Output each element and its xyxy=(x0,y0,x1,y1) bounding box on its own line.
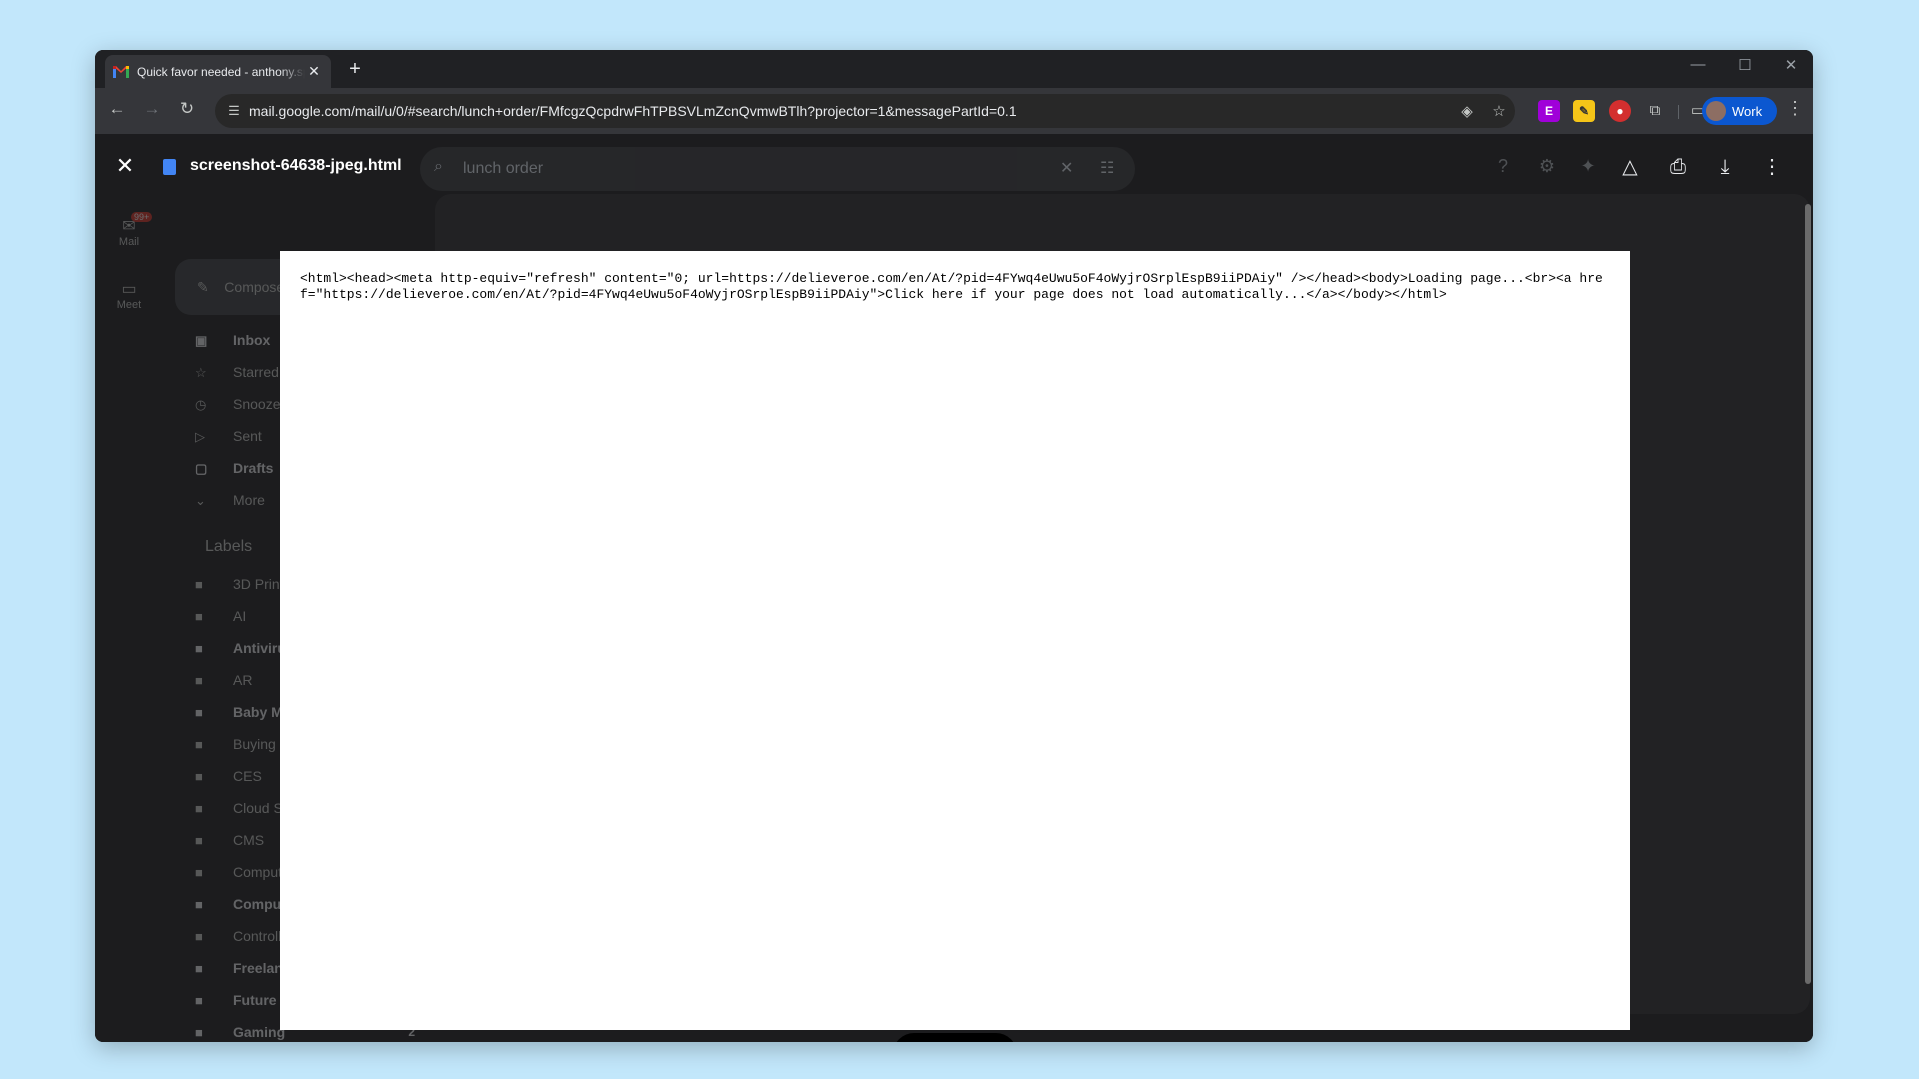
label-icon: ■ xyxy=(195,1025,203,1040)
document-icon xyxy=(163,159,176,175)
label-icon: ■ xyxy=(195,705,203,720)
label-icon: ■ xyxy=(195,993,203,1008)
clock-icon: ◷ xyxy=(195,397,207,412)
label-icon: ■ xyxy=(195,737,203,752)
tab-active[interactable]: Quick favor needed - anthony.spadafora@f… xyxy=(105,55,331,88)
nav-label: Starred xyxy=(233,364,279,380)
label-text: CMS xyxy=(233,832,265,848)
help-icon: ? xyxy=(1497,156,1508,176)
send-icon: ▷ xyxy=(195,429,205,444)
label-icon: ■ xyxy=(195,609,203,624)
label-text: AR xyxy=(233,672,253,688)
chevron-down-icon: ⌄ xyxy=(195,493,206,508)
minimize-icon[interactable]: — xyxy=(1678,56,1718,73)
label-icon: ■ xyxy=(195,577,203,592)
label-icon: ■ xyxy=(195,833,203,848)
tab-title: Quick favor needed - anthony.spadafora@f… xyxy=(137,64,305,79)
forward-icon[interactable]: → xyxy=(140,99,164,119)
maximize-icon[interactable]: ☐ xyxy=(1725,56,1765,74)
search-icon: ⌕ xyxy=(434,158,443,175)
pencil-icon: ✎ xyxy=(197,279,209,295)
label-text: CES xyxy=(233,768,262,784)
clear-search-icon: ✕ xyxy=(1060,160,1074,177)
search-options-icon: ☷ xyxy=(1100,160,1115,177)
bookmark-star-icon[interactable]: ☆ xyxy=(1483,102,1515,120)
label-icon: ■ xyxy=(195,673,203,688)
label-text: AI xyxy=(233,608,247,624)
new-tab-icon[interactable]: + xyxy=(343,58,367,81)
browser-toolbar: ← → ↻ ☰ mail.google.com/mail/u/0/#search… xyxy=(95,88,1813,134)
gear-icon: ⚙ xyxy=(1538,156,1556,176)
print-icon[interactable]: ⎙ xyxy=(1663,152,1693,182)
lens-icon[interactable]: ◈ xyxy=(1451,102,1483,120)
label-icon: ■ xyxy=(195,641,203,656)
compose-label: Compose xyxy=(224,279,285,295)
gmail-icon xyxy=(113,65,129,78)
tab-close-icon[interactable]: ✕ xyxy=(305,63,323,80)
label-icon: ■ xyxy=(195,897,203,912)
mail-icon: ✉ xyxy=(122,218,136,235)
mail-badge: 99+ xyxy=(131,212,153,222)
address-bar[interactable]: ☰ mail.google.com/mail/u/0/#search/lunch… xyxy=(215,94,1515,128)
reload-icon[interactable]: ↻ xyxy=(175,99,199,119)
document-page: <html><head><meta http-equiv="refresh" c… xyxy=(280,251,1630,1030)
more-options-icon[interactable]: ⋮ xyxy=(1757,152,1787,182)
nav-label: Inbox xyxy=(233,332,271,348)
file-content: <html><head><meta http-equiv="refresh" c… xyxy=(300,271,1603,302)
extensions-puzzle-icon[interactable]: ⧉ xyxy=(1644,100,1666,122)
search-placeholder: lunch order xyxy=(463,160,544,177)
sparkle-icon: ✦ xyxy=(1580,156,1596,176)
rail-mail: ✉ 99+ Mail xyxy=(95,212,163,248)
label-text: Gaming xyxy=(233,1024,286,1040)
rail-meet: ▭ Meet xyxy=(95,279,163,311)
avatar xyxy=(1706,101,1726,121)
profile-label: Work xyxy=(1732,103,1763,119)
label-icon: ■ xyxy=(195,961,203,976)
nav-label: Drafts xyxy=(233,460,274,476)
page-content: ✉ 99+ Mail ▭ Meet ✎ Compose ▣ Inbox ☆ Star… xyxy=(95,134,1813,1042)
browser-menu-icon[interactable]: ⋮ xyxy=(1785,98,1805,119)
back-icon[interactable]: ← xyxy=(105,99,129,119)
site-info-icon[interactable]: ☰ xyxy=(219,103,249,119)
add-to-drive-icon[interactable]: △ xyxy=(1615,152,1645,182)
label-text: Future xyxy=(233,992,277,1008)
url-text[interactable]: mail.google.com/mail/u/0/#search/lunch+o… xyxy=(249,103,1451,119)
draft-icon: ▢ xyxy=(195,461,208,476)
gmail-search-bar: ⌕ lunch order ✕ ☷ xyxy=(420,147,1135,191)
extension-e-icon[interactable]: E xyxy=(1538,100,1560,122)
scrollbar[interactable] xyxy=(1805,204,1811,984)
rail-mail-label: Mail xyxy=(118,236,140,248)
tab-strip: Quick favor needed - anthony.spadafora@f… xyxy=(95,50,1813,88)
extension-red-icon[interactable]: ● xyxy=(1609,100,1631,122)
label-icon: ■ xyxy=(195,865,203,880)
viewer-close-icon[interactable]: ✕ xyxy=(111,152,139,180)
video-icon: ▭ xyxy=(121,281,137,298)
inbox-icon: ▣ xyxy=(195,333,208,348)
gmail-rail: ✉ 99+ Mail ▭ Meet xyxy=(95,134,163,1042)
window-close-icon[interactable]: ✕ xyxy=(1771,56,1811,74)
label-icon: ■ xyxy=(195,929,203,944)
nav-label: Sent xyxy=(233,428,262,444)
viewer-file-name: screenshot-64638-jpeg.html xyxy=(190,157,402,174)
nav-label: More xyxy=(233,492,265,508)
zoom-controls: − ⌕ + xyxy=(893,1033,1017,1042)
browser-window: Quick favor needed - anthony.spadafora@f… xyxy=(95,50,1813,1042)
label-icon: ■ xyxy=(195,769,203,784)
download-icon[interactable]: ⤓ xyxy=(1710,152,1740,182)
profile-button[interactable]: Work xyxy=(1702,97,1777,125)
label-icon: ■ xyxy=(195,801,203,816)
star-icon: ☆ xyxy=(195,365,207,380)
extension-notes-icon[interactable]: ✎ xyxy=(1573,100,1595,122)
toolbar-divider xyxy=(1678,105,1679,119)
rail-meet-label: Meet xyxy=(116,299,142,311)
viewer-toolbar: ✕ screenshot-64638-jpeg.html ⌕ lunch ord… xyxy=(95,134,1813,198)
